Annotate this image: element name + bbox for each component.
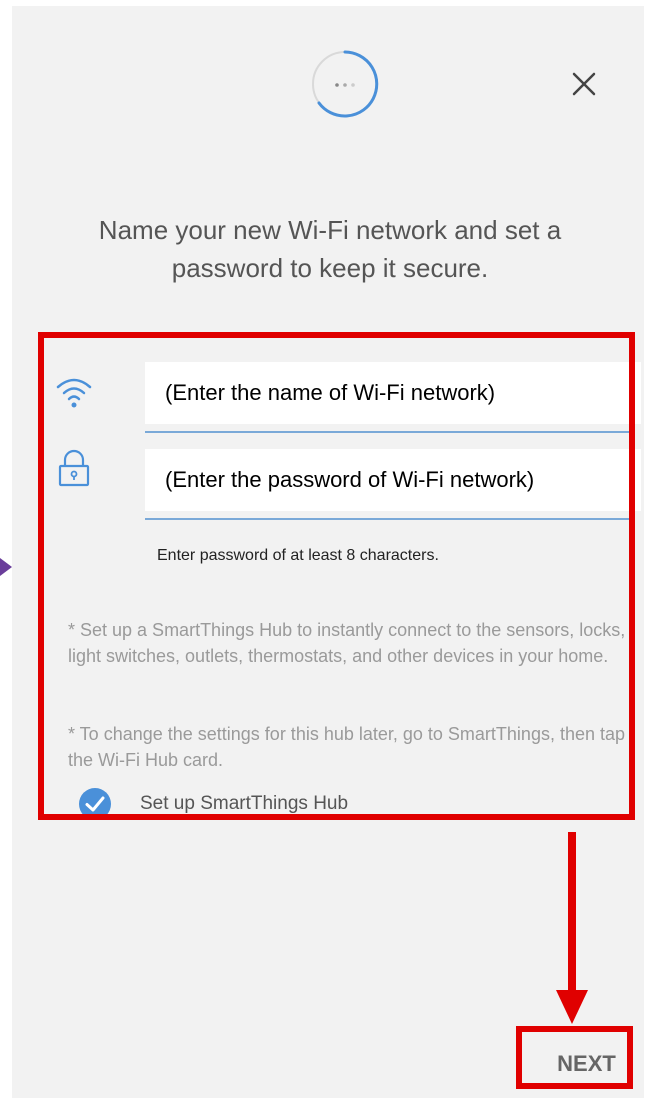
arrow-down-icon <box>556 832 588 1024</box>
loading-spinner-icon <box>312 50 379 118</box>
highlight-box-form <box>38 332 635 820</box>
close-icon[interactable] <box>568 68 600 100</box>
pointer-arrow-icon <box>0 558 12 576</box>
page-title: Name your new Wi-Fi network and set a pa… <box>98 215 562 283</box>
highlight-box-next <box>516 1026 633 1089</box>
